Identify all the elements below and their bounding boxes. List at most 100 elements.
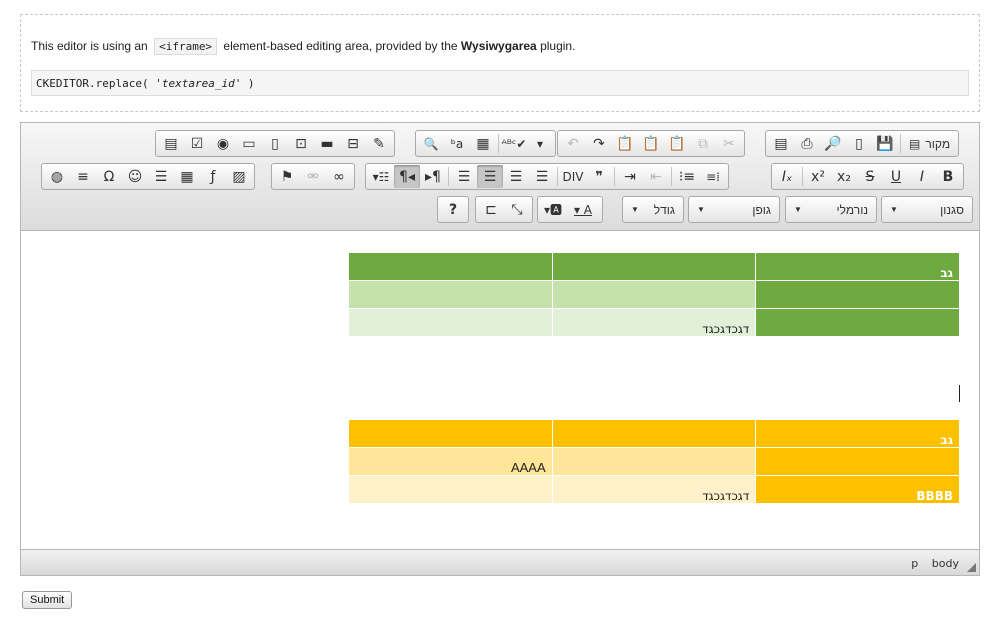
toolbar-separator (802, 167, 803, 186)
image-icon[interactable]: ▨ (226, 165, 252, 188)
showblocks-icon[interactable]: ⊏ (478, 198, 504, 221)
table-cell[interactable]: דגכדגכגד (551, 475, 757, 504)
bulleted-list-icon[interactable]: ⁝≡ (674, 165, 700, 188)
redo-icon[interactable]: ↷ (586, 132, 612, 155)
table-cell[interactable]: גב (755, 419, 960, 448)
checkbox-icon[interactable]: ☑ (184, 132, 210, 155)
maximize-icon[interactable]: ⤡ (504, 198, 530, 221)
paste-icon[interactable]: 📋 (664, 132, 690, 155)
indent-icon[interactable]: ⇥ (617, 165, 643, 188)
table-cell[interactable] (348, 419, 553, 448)
toolbar-group-links: ⚑ ⚮ ∞ (271, 163, 355, 190)
button-icon[interactable]: ▬ (314, 132, 340, 155)
form-icon[interactable]: ▤ (158, 132, 184, 155)
toolbar-separator (498, 134, 499, 153)
outdent-icon[interactable]: ⇤ (643, 165, 669, 188)
bidi-ltr-icon[interactable]: ▸¶ (420, 165, 446, 188)
subscript-icon[interactable]: x₂ (831, 165, 857, 188)
undo-icon[interactable]: ↶ (560, 132, 586, 155)
path-item-p[interactable]: p (911, 557, 918, 570)
font-size-combo[interactable]: ▼ גודל (622, 196, 684, 223)
table-cell[interactable]: דגכדגכגד (551, 308, 757, 337)
textcolor-icon[interactable]: ▾ A (566, 198, 600, 221)
preview-icon[interactable]: 🔎 (820, 132, 846, 155)
paste-word-icon[interactable]: 📋 (612, 132, 638, 155)
table-cell[interactable]: AAAA (348, 447, 553, 476)
source-button[interactable]: ▤ מקור (903, 132, 956, 155)
numbered-list-icon[interactable]: ≡⁞ (700, 165, 726, 188)
table-cell[interactable] (755, 280, 960, 309)
smiley-icon[interactable]: ☺ (122, 165, 148, 188)
hiddenfield-icon[interactable]: ✎ (366, 132, 392, 155)
justify-center-icon[interactable]: ☰ (503, 165, 529, 188)
iframe-icon[interactable]: ◍ (44, 165, 70, 188)
bgcolor-icon[interactable]: ▾🅰 (540, 198, 566, 221)
justify-left-icon[interactable]: ☰ (529, 165, 555, 188)
templates-icon[interactable]: ▤ (768, 132, 794, 155)
strike-icon[interactable]: S (857, 165, 883, 188)
orange-table[interactable]: גב AAAA דגכדגכגד BBBB (348, 419, 960, 504)
underline-icon[interactable]: U (883, 165, 909, 188)
table-cell[interactable]: BBBB (755, 475, 960, 504)
language-icon[interactable]: ▾☷ (368, 165, 394, 188)
selectall-icon[interactable]: ▦ (470, 132, 496, 155)
resize-handle-icon[interactable] (967, 563, 976, 572)
bold-icon[interactable]: B (935, 165, 961, 188)
table-cell[interactable]: גב (755, 252, 960, 281)
table-cell[interactable] (551, 280, 757, 309)
select-icon[interactable]: ⊡ (288, 132, 314, 155)
editing-area[interactable]: גב דגכדגכגד גב AAAA דגכדגכגד BBBB (21, 232, 979, 549)
table-row: גב (348, 252, 960, 281)
styles-combo[interactable]: ▼ סגנון (881, 196, 973, 223)
specialchar-icon[interactable]: Ω (96, 165, 122, 188)
paste-text-icon[interactable]: 📋 (638, 132, 664, 155)
textarea-icon[interactable]: ▯ (262, 132, 288, 155)
font-combo[interactable]: ▼ גופן (688, 196, 780, 223)
bidi-rtl-icon[interactable]: ¶◂ (394, 165, 420, 188)
imagebutton-icon[interactable]: ⊟ (340, 132, 366, 155)
table-cell[interactable] (348, 475, 553, 504)
unlink-icon[interactable]: ⚮ (300, 165, 326, 188)
textfield-icon[interactable]: ▭ (236, 132, 262, 155)
removeformat-icon[interactable]: Iₓ (774, 165, 800, 188)
copy-icon[interactable]: ⧉ (690, 132, 716, 155)
anchor-icon[interactable]: ⚑ (274, 165, 300, 188)
creatediv-icon[interactable]: DIV (560, 165, 586, 188)
find-icon[interactable]: 🔍 (418, 132, 444, 155)
table-cell[interactable] (551, 419, 757, 448)
table-cell[interactable] (755, 308, 960, 337)
spellcheck-dropdown-icon[interactable]: ▾ (527, 132, 553, 155)
newpage-icon[interactable]: ▯ (846, 132, 872, 155)
table-cell[interactable] (551, 447, 757, 476)
info-text: This editor is using an <iframe> element… (31, 38, 575, 55)
blockquote-icon[interactable]: ❞ (586, 165, 612, 188)
toolbar-separator (671, 167, 672, 186)
link-icon[interactable]: ∞ (326, 165, 352, 188)
flash-icon[interactable]: ƒ (200, 165, 226, 188)
toolbar-group-tools: ⊏ ⤡ (475, 196, 533, 223)
styles-label: סגנון (940, 202, 964, 217)
justify-right-icon[interactable]: ☰ (477, 165, 503, 188)
table-cell[interactable] (348, 280, 553, 309)
spellcheck-icon[interactable]: ᴬᴮᶜ✔ (501, 132, 527, 155)
replace-icon[interactable]: ᵇa (444, 132, 470, 155)
pagebreak-icon[interactable]: ≡ (70, 165, 96, 188)
green-table[interactable]: גב דגכדגכגד (348, 252, 960, 337)
table-cell[interactable] (348, 252, 553, 281)
cut-icon[interactable]: ✂ (716, 132, 742, 155)
print-icon[interactable]: ⎙ (794, 132, 820, 155)
radio-icon[interactable]: ◉ (210, 132, 236, 155)
save-icon[interactable]: 💾 (872, 132, 898, 155)
path-item-body[interactable]: body (932, 557, 959, 570)
table-cell[interactable] (348, 308, 553, 337)
justify-block-icon[interactable]: ☰ (451, 165, 477, 188)
about-icon[interactable]: ? (440, 198, 466, 221)
table-cell[interactable] (755, 447, 960, 476)
italic-icon[interactable]: I (909, 165, 935, 188)
table-icon[interactable]: ▦ (174, 165, 200, 188)
superscript-icon[interactable]: x² (805, 165, 831, 188)
table-cell[interactable] (551, 252, 757, 281)
hr-icon[interactable]: ☰ (148, 165, 174, 188)
submit-button[interactable]: Submit (22, 591, 73, 609)
format-combo[interactable]: ▼ נורמלי (785, 196, 877, 223)
